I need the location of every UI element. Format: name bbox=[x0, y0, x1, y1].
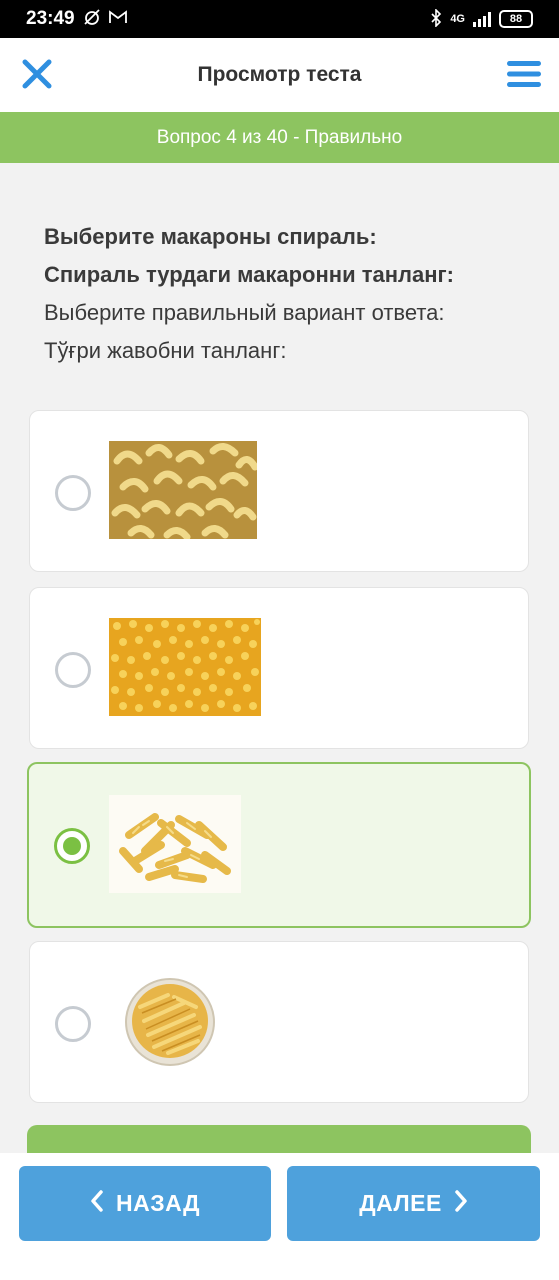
radio-button[interactable] bbox=[55, 1006, 91, 1042]
battery-level: 88 bbox=[509, 13, 523, 25]
question-line-2: Спираль турдаги макаронни танланг: bbox=[44, 262, 454, 287]
menu-button[interactable] bbox=[503, 53, 545, 95]
next-button-label: ДАЛЕЕ bbox=[359, 1190, 442, 1216]
hamburger-icon bbox=[507, 61, 541, 87]
answer-option-2[interactable] bbox=[29, 587, 529, 749]
back-button-label: НАЗАД bbox=[116, 1190, 200, 1216]
signal-icon bbox=[473, 11, 491, 27]
question-progress-text: Вопрос 4 из 40 - Правильно bbox=[156, 126, 403, 148]
status-right: 4G 88 bbox=[430, 7, 533, 30]
gmail-icon bbox=[108, 9, 127, 29]
status-time: 23:49 bbox=[26, 8, 75, 29]
radio-button[interactable] bbox=[55, 475, 91, 511]
back-button[interactable]: НАЗАД bbox=[19, 1166, 271, 1241]
radio-button-selected[interactable] bbox=[54, 828, 90, 864]
answer-option-1[interactable] bbox=[29, 410, 529, 572]
bluetooth-icon bbox=[430, 7, 442, 30]
alarm-off-icon bbox=[83, 8, 101, 31]
app-header: Просмотр теста bbox=[0, 38, 559, 112]
network-type: 4G bbox=[450, 13, 465, 25]
question-line-3: Выберите правильный вариант ответа: bbox=[44, 300, 445, 325]
close-icon bbox=[22, 59, 52, 89]
answer-option-4[interactable] bbox=[29, 941, 529, 1103]
status-bar: 23:49 4G 88 bbox=[0, 0, 559, 38]
close-button[interactable] bbox=[16, 53, 58, 95]
question-progress-banner: Вопрос 4 из 40 - Правильно bbox=[0, 112, 559, 163]
next-button[interactable]: ДАЛЕЕ bbox=[287, 1166, 540, 1241]
question-line-4: Тўғри жавобни танланг: bbox=[44, 338, 287, 363]
radio-button[interactable] bbox=[55, 652, 91, 688]
spiral-pasta-image bbox=[109, 795, 241, 893]
elbow-macaroni-image bbox=[109, 441, 257, 539]
status-left: 23:49 bbox=[26, 8, 127, 31]
chevron-right-icon bbox=[454, 1188, 468, 1219]
battery-icon: 88 bbox=[499, 10, 533, 28]
answer-option-3[interactable] bbox=[27, 762, 531, 928]
page-title: Просмотр теста bbox=[197, 63, 362, 86]
question-line-1: Выберите макароны спираль: bbox=[44, 224, 377, 249]
star-pasta-image bbox=[109, 618, 261, 716]
question-text: Выберите макароны спираль: Спираль турда… bbox=[44, 218, 524, 370]
penne-bowl-image bbox=[124, 977, 216, 1067]
chevron-left-icon bbox=[90, 1188, 104, 1219]
